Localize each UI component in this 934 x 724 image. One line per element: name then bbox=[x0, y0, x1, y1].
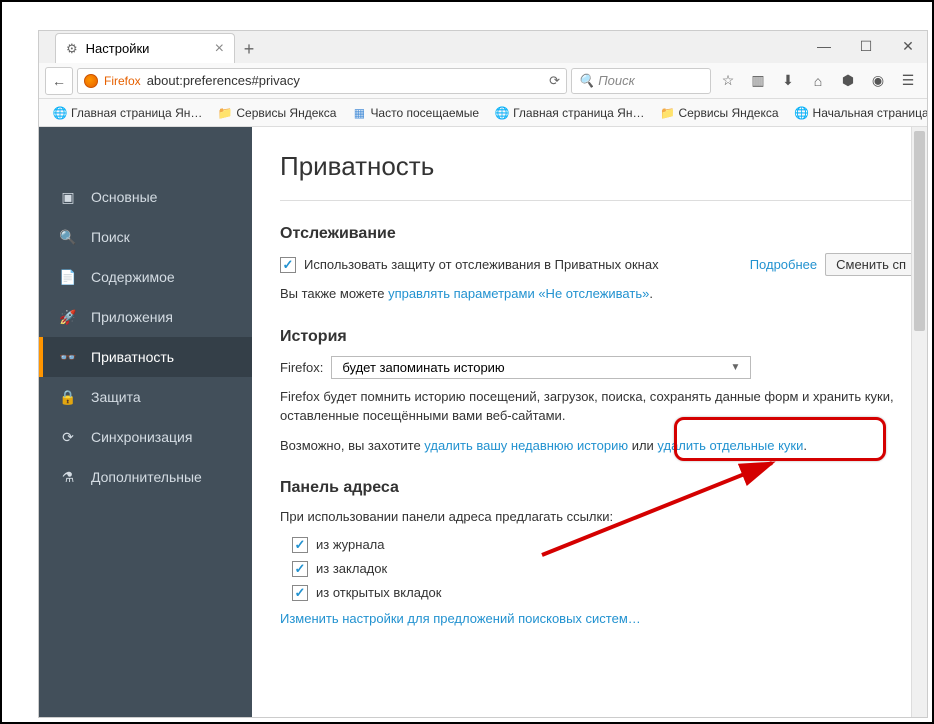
tracking-protection-checkbox[interactable]: ✓ bbox=[280, 257, 296, 273]
history-label: Firefox: bbox=[280, 360, 323, 375]
history-description: Firefox будет помнить историю посещений,… bbox=[280, 387, 917, 426]
sidebar-item-search[interactable]: 🔍Поиск bbox=[39, 217, 252, 257]
tab-title: Настройки bbox=[86, 41, 150, 56]
bookmark-item[interactable]: 🌐Главная страница Ян… bbox=[489, 104, 650, 122]
tracking-section: Отслеживание ✓ Использовать защиту от от… bbox=[280, 225, 917, 304]
change-search-settings-link[interactable]: Изменить настройки для предложений поиск… bbox=[280, 611, 641, 626]
manage-dnt-link[interactable]: управлять параметрами «Не отслеживать» bbox=[388, 286, 649, 301]
section-heading: Отслеживание bbox=[280, 225, 917, 243]
preferences-main: Приватность Отслеживание ✓ Использовать … bbox=[252, 127, 927, 717]
back-button[interactable]: ← bbox=[45, 67, 73, 95]
bookmarks-bar: 🌐Главная страница Ян… 📁Сервисы Яндекса ▦… bbox=[39, 99, 927, 127]
page-title: Приватность bbox=[280, 151, 917, 182]
globe-icon: 🌐 bbox=[795, 106, 809, 120]
search-bar[interactable]: 🔍 Поиск bbox=[571, 68, 711, 94]
globe-icon: 🌐 bbox=[495, 106, 509, 120]
rocket-icon: 🚀 bbox=[59, 308, 77, 326]
shield-icon[interactable]: ◉ bbox=[865, 68, 891, 94]
window-controls: — ☐ ✕ bbox=[817, 39, 915, 53]
scrollbar[interactable] bbox=[911, 127, 927, 717]
general-icon: ▣ bbox=[59, 188, 77, 206]
sidebar-item-privacy[interactable]: 👓Приватность bbox=[39, 337, 252, 377]
history-suggestions-checkbox[interactable]: ✓ bbox=[292, 537, 308, 553]
sidebar-item-security[interactable]: 🔒Защита bbox=[39, 377, 252, 417]
content-area: ▣Основные 🔍Поиск 📄Содержимое 🚀Приложения… bbox=[39, 127, 927, 717]
bookmark-item[interactable]: 🌐Начальная страница bbox=[789, 104, 927, 122]
sidebar-panel-icon[interactable]: ▥ bbox=[745, 68, 771, 94]
advanced-icon: ⚗ bbox=[59, 468, 77, 486]
search-placeholder: Поиск bbox=[598, 73, 635, 88]
sidebar-item-advanced[interactable]: ⚗Дополнительные bbox=[39, 457, 252, 497]
divider bbox=[280, 200, 917, 201]
section-heading: История bbox=[280, 328, 917, 346]
preferences-sidebar: ▣Основные 🔍Поиск 📄Содержимое 🚀Приложения… bbox=[39, 127, 252, 717]
reload-icon[interactable]: ⟳ bbox=[549, 73, 560, 89]
clear-history-link[interactable]: удалить вашу недавнюю историю bbox=[424, 438, 628, 453]
scroll-thumb[interactable] bbox=[914, 131, 925, 331]
gear-icon: ⚙ bbox=[66, 41, 78, 57]
learn-more-link[interactable]: Подробнее bbox=[750, 257, 817, 272]
minimize-icon[interactable]: — bbox=[817, 39, 831, 53]
checkbox-label: Использовать защиту от отслеживания в Пр… bbox=[304, 257, 659, 272]
close-icon[interactable]: ✕ bbox=[901, 39, 915, 53]
document-icon: 📄 bbox=[59, 268, 77, 286]
bookmark-item[interactable]: 📁Сервисы Яндекса bbox=[212, 104, 342, 122]
search-icon: 🔍 bbox=[578, 73, 594, 89]
locationbar-section: Панель адреса При использовании панели а… bbox=[280, 479, 917, 628]
pocket-icon[interactable]: ⬢ bbox=[835, 68, 861, 94]
search-icon: 🔍 bbox=[59, 228, 77, 246]
bookmark-item[interactable]: 🌐Главная страница Ян… bbox=[47, 104, 208, 122]
tab-settings[interactable]: ⚙ Настройки × bbox=[55, 33, 235, 63]
maximize-icon[interactable]: ☐ bbox=[859, 39, 873, 53]
sidebar-item-content[interactable]: 📄Содержимое bbox=[39, 257, 252, 297]
change-blocklist-button[interactable]: Сменить сп bbox=[825, 253, 917, 276]
sidebar-item-applications[interactable]: 🚀Приложения bbox=[39, 297, 252, 337]
url-text: about:preferences#privacy bbox=[147, 73, 300, 88]
downloads-icon[interactable]: ⬇ bbox=[775, 68, 801, 94]
window-frame: — ☐ ✕ ⚙ Настройки × + ← Firefox about:pr… bbox=[0, 0, 934, 724]
nav-bar: ← Firefox about:preferences#privacy ⟳ 🔍 … bbox=[39, 63, 927, 99]
lock-icon: 🔒 bbox=[59, 388, 77, 406]
bookmark-item[interactable]: ▦Часто посещаемые bbox=[346, 104, 485, 122]
browser-window: — ☐ ✕ ⚙ Настройки × + ← Firefox about:pr… bbox=[38, 30, 928, 718]
sidebar-item-general[interactable]: ▣Основные bbox=[39, 177, 252, 217]
chevron-down-icon: ▼ bbox=[730, 362, 740, 373]
firefox-logo-icon bbox=[84, 74, 98, 88]
mask-icon: 👓 bbox=[59, 348, 77, 366]
tab-bar: ⚙ Настройки × + bbox=[39, 31, 927, 63]
url-bar[interactable]: Firefox about:preferences#privacy ⟳ bbox=[77, 68, 567, 94]
sidebar-item-sync[interactable]: ⟳Синхронизация bbox=[39, 417, 252, 457]
folder-icon: 📁 bbox=[218, 106, 232, 120]
url-prefix: Firefox bbox=[104, 74, 141, 88]
bookmark-star-icon[interactable]: ☆ bbox=[715, 68, 741, 94]
menu-icon[interactable]: ☰ bbox=[895, 68, 921, 94]
section-heading: Панель адреса bbox=[280, 479, 917, 497]
sync-icon: ⟳ bbox=[59, 428, 77, 446]
tab-close-icon[interactable]: × bbox=[215, 40, 224, 58]
bookmark-item[interactable]: 📁Сервисы Яндекса bbox=[654, 104, 784, 122]
grid-icon: ▦ bbox=[352, 106, 366, 120]
history-section: История Firefox: будет запоминать истори… bbox=[280, 328, 917, 456]
new-tab-button[interactable]: + bbox=[235, 35, 263, 63]
history-mode-select[interactable]: будет запоминать историю ▼ bbox=[331, 356, 751, 379]
bookmarks-suggestions-checkbox[interactable]: ✓ bbox=[292, 561, 308, 577]
globe-icon: 🌐 bbox=[53, 106, 67, 120]
folder-icon: 📁 bbox=[660, 106, 674, 120]
opentabs-suggestions-checkbox[interactable]: ✓ bbox=[292, 585, 308, 601]
remove-cookies-link[interactable]: удалить отдельные куки bbox=[657, 438, 803, 453]
locationbar-desc: При использовании панели адреса предлага… bbox=[280, 507, 917, 527]
home-icon[interactable]: ⌂ bbox=[805, 68, 831, 94]
